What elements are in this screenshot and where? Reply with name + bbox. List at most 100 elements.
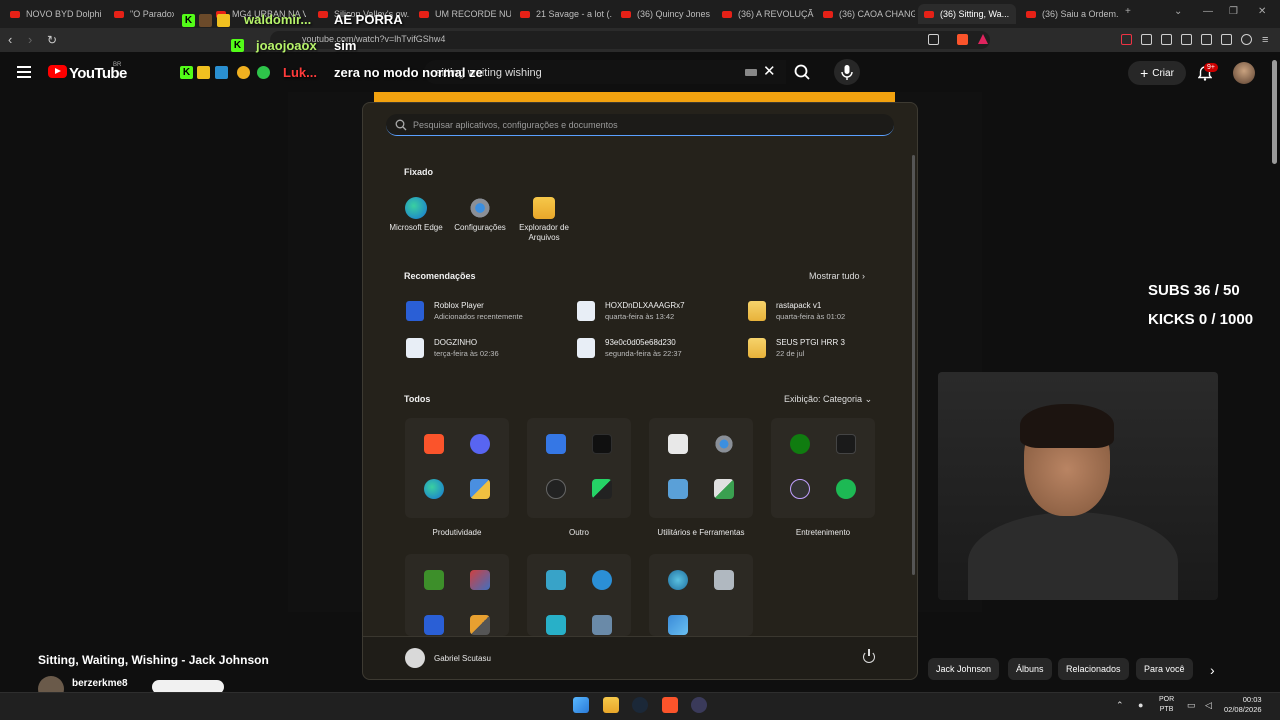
chevron-down-icon: ⌄ — [864, 394, 873, 404]
profile-icon[interactable] — [1241, 34, 1252, 45]
category-folder-productivity[interactable] — [405, 418, 509, 518]
user-avatar-icon[interactable] — [405, 648, 425, 668]
chip-albums[interactable]: Álbuns — [1008, 658, 1052, 680]
search-icon — [794, 64, 810, 80]
start-search-placeholder[interactable]: Pesquisar aplicativos, configurações e d… — [413, 120, 618, 130]
obs-icon[interactable] — [691, 697, 707, 713]
account-avatar[interactable] — [1233, 62, 1255, 84]
tab[interactable]: NOVO BYD Dolphin — [10, 4, 102, 24]
youtube-logo-icon[interactable] — [48, 65, 67, 78]
tab[interactable]: (36) Quincy Jones F... — [621, 4, 713, 24]
maximize-button[interactable]: ❐ — [1229, 6, 1238, 17]
search-button[interactable] — [786, 60, 818, 84]
audio-app-icon — [546, 479, 566, 499]
tab[interactable]: UM RECORDE NUN... — [419, 4, 511, 24]
file-explorer-icon[interactable] — [603, 697, 619, 713]
reload-icon[interactable]: ↻ — [47, 32, 57, 48]
menu-icon[interactable]: ≡ — [1262, 32, 1268, 48]
category-folder[interactable] — [405, 554, 509, 636]
network-icon[interactable]: ▭ — [1187, 700, 1196, 711]
recommendation-item[interactable]: DOGZINHO terça-feira às 02:36 — [406, 338, 499, 358]
view-mode-dropdown[interactable]: Exibição: Categoria ⌄ — [784, 394, 872, 405]
channel-name[interactable]: berzerkme8 — [72, 678, 128, 689]
category-label: Outro — [568, 528, 589, 537]
chip-for-you[interactable]: Para você — [1136, 658, 1193, 680]
brave-rewards-icon[interactable] — [978, 34, 988, 44]
tab[interactable]: 21 Savage - a lot (... — [520, 4, 612, 24]
recommendation-item[interactable]: HOXDnDLXAAAGRx7 quarta-feira às 13:42 — [577, 301, 685, 321]
recommendation-item[interactable]: Roblox Player Adicionados recentemente — [406, 301, 523, 321]
game-icon — [470, 570, 490, 590]
youtube-favicon-icon — [924, 10, 934, 18]
photos-icon — [668, 615, 688, 635]
chip-related[interactable]: Relacionados — [1058, 658, 1129, 680]
cast-icon[interactable] — [928, 34, 939, 45]
taskbar-clock[interactable]: 00:03 02/08/2026 — [1224, 695, 1262, 715]
kick-badge-icon: K — [231, 39, 244, 52]
arduino-icon — [592, 434, 612, 454]
youtube-favicon-icon — [823, 10, 833, 18]
power-icon-line — [868, 649, 870, 656]
minimize-button[interactable]: — — [1203, 6, 1213, 17]
back-arrow-icon[interactable]: ‹ — [8, 32, 12, 48]
country-code: BR — [113, 62, 122, 68]
pinned-edge[interactable]: Microsoft Edge — [381, 197, 451, 233]
vpn-icon[interactable] — [1221, 34, 1232, 45]
chevron-right-icon[interactable]: › — [1210, 662, 1215, 678]
tab[interactable]: (36) Saiu a Ordem... — [1026, 4, 1118, 24]
windows-start-icon[interactable] — [573, 697, 589, 713]
category-label: Produtividade — [432, 528, 482, 537]
page-scrollbar[interactable] — [1272, 60, 1277, 164]
folder-icon — [748, 338, 766, 358]
forward-arrow-icon[interactable]: › — [28, 32, 32, 48]
close-window-button[interactable]: ✕ — [1258, 6, 1266, 17]
keyboard-icon[interactable] — [745, 69, 757, 76]
category-folder-utilities[interactable] — [649, 418, 753, 518]
streamer-hair — [1020, 404, 1114, 448]
tab[interactable]: "O Paradoxo d... — [114, 4, 174, 24]
extension-red-icon[interactable] — [1121, 34, 1132, 45]
create-button[interactable]: + Criar — [1128, 61, 1186, 85]
recommendation-item[interactable]: 93e0c0d05e68d230 segunda-feira às 22:37 — [577, 338, 682, 358]
epic-games-icon — [836, 434, 856, 454]
calculator-icon — [668, 479, 688, 499]
microphone-icon[interactable]: ● — [1138, 700, 1143, 710]
new-tab-button[interactable]: + — [1125, 6, 1131, 17]
pinned-header: Fixado — [404, 167, 434, 177]
user-name[interactable]: Gabriel Scutasu — [434, 654, 491, 663]
sub-badge-icon — [199, 14, 212, 27]
tab[interactable]: (36) A REVOLUÇÃO... — [722, 4, 814, 24]
steam-icon[interactable] — [632, 697, 648, 713]
chevron-up-icon[interactable]: ⌃ — [1116, 700, 1124, 711]
category-folder[interactable] — [649, 554, 753, 636]
tab[interactable]: (36) CAOA CHANG... — [823, 4, 915, 24]
hamburger-menu-icon[interactable] — [17, 66, 31, 81]
chip-jack-johnson[interactable]: Jack Johnson — [928, 658, 1000, 680]
category-folder-other[interactable] — [527, 418, 631, 518]
leo-ai-icon[interactable] — [1201, 34, 1212, 45]
volume-icon[interactable]: ◁ — [1205, 700, 1212, 711]
taskbar-strip-orange — [374, 92, 895, 102]
category-folder-entertainment[interactable] — [771, 418, 875, 518]
youtube-favicon-icon — [114, 10, 124, 18]
pinned-settings[interactable]: Configurações — [445, 197, 515, 233]
brave-icon[interactable] — [662, 697, 678, 713]
voice-search-button[interactable] — [834, 59, 860, 85]
show-all-link[interactable]: Mostrar tudo › — [809, 271, 865, 281]
url-text[interactable]: youtube.com/watch?v=lhTvifGShw4 — [302, 34, 445, 44]
spotify-icon — [836, 479, 856, 499]
sidebar-icon[interactable] — [1161, 34, 1172, 45]
category-folder[interactable] — [527, 554, 631, 636]
recommendation-item[interactable]: SEUS PTGI HRR 3 22 de jul — [748, 338, 845, 358]
brave-shield-icon[interactable] — [957, 34, 968, 45]
image-file-icon — [577, 338, 595, 358]
tab-search-icon[interactable]: ⌄ — [1174, 6, 1182, 17]
extensions-puzzle-icon[interactable] — [1141, 34, 1152, 45]
clear-search-icon[interactable]: ✕ — [763, 62, 776, 80]
start-menu-scrollbar[interactable] — [912, 155, 915, 575]
recommendation-item[interactable]: rastapack v1 quarta-feira às 01:02 — [748, 301, 845, 321]
language-indicator[interactable]: POR PTB — [1159, 695, 1174, 715]
wallet-icon[interactable] — [1181, 34, 1192, 45]
pinned-file-explorer[interactable]: Explorador de Arquivos — [509, 197, 579, 243]
tab-active[interactable]: (36) Sitting, Wa...✕ — [918, 4, 1016, 24]
